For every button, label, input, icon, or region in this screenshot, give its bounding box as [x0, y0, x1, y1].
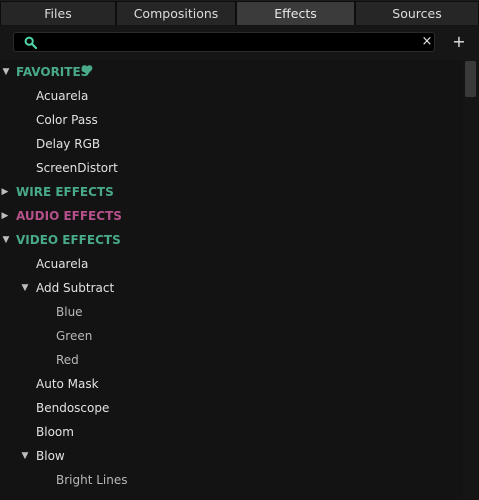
expand-caret-icon[interactable]: ▼ [20, 451, 30, 461]
category-audio-effects[interactable]: ▶ AUDIO EFFECTS [0, 204, 462, 228]
effect-label: Bloom [36, 425, 74, 439]
effects-tree: ▼ FAVORITES Acuarela Color Pass Delay RG… [0, 60, 462, 500]
search-icon [24, 36, 37, 49]
category-label: AUDIO EFFECTS [16, 209, 122, 223]
tab-compositions[interactable]: Compositions [116, 1, 236, 25]
category-video-effects[interactable]: ▼ VIDEO EFFECTS [0, 228, 462, 252]
list-item[interactable]: Color Pass [0, 108, 462, 132]
tab-bar: Files Compositions Effects Sources [0, 0, 479, 25]
expand-caret-icon[interactable]: ▼ [1, 235, 11, 245]
collapse-caret-icon[interactable]: ▶ [0, 211, 10, 221]
effect-label: Auto Mask [36, 377, 99, 391]
search-input[interactable] [40, 34, 410, 50]
scrollbar-track[interactable] [463, 60, 479, 500]
category-label: VIDEO EFFECTS [16, 233, 121, 247]
list-item[interactable]: Blue [0, 300, 462, 324]
tab-effects[interactable]: Effects [236, 1, 355, 25]
add-button[interactable]: + [451, 32, 467, 52]
expand-caret-icon[interactable]: ▼ [20, 283, 30, 293]
effect-label: ScreenDistort [36, 161, 118, 175]
effect-label: Add Subtract [36, 281, 115, 295]
heart-icon [81, 65, 93, 75]
category-wire-effects[interactable]: ▶ WIRE EFFECTS [0, 180, 462, 204]
list-item[interactable]: Green [0, 324, 462, 348]
effect-label: Blue [56, 305, 83, 319]
list-item[interactable]: Auto Mask [0, 372, 462, 396]
tab-sources[interactable]: Sources [355, 1, 479, 25]
category-favorites[interactable]: ▼ FAVORITES [0, 60, 462, 84]
effect-label: Acuarela [36, 89, 89, 103]
list-item[interactable]: Bendoscope [0, 396, 462, 420]
effect-label: Bright Lines [56, 473, 128, 487]
category-label: WIRE EFFECTS [16, 185, 114, 199]
search-bar: × + [0, 26, 479, 60]
search-box: × [13, 32, 435, 52]
effect-label: Blow [36, 449, 65, 463]
effect-label: Delay RGB [36, 137, 101, 151]
clear-search-icon[interactable]: × [420, 34, 434, 50]
list-item[interactable]: ▼ Add Subtract [0, 276, 462, 300]
list-item[interactable]: Red [0, 348, 462, 372]
tab-files[interactable]: Files [0, 1, 116, 25]
effect-label: Bendoscope [36, 401, 110, 415]
list-item[interactable]: ▼ Blow [0, 444, 462, 468]
scrollbar-thumb[interactable] [465, 61, 476, 97]
effect-label: Color Pass [36, 113, 98, 127]
list-item[interactable]: ScreenDistort [0, 156, 462, 180]
list-item[interactable]: Acuarela [0, 252, 462, 276]
list-item[interactable]: Bright Lines [0, 468, 462, 492]
list-item[interactable]: Bloom [0, 420, 462, 444]
category-label: FAVORITES [16, 65, 90, 79]
effect-label: Acuarela [36, 257, 89, 271]
expand-caret-icon[interactable]: ▼ [1, 67, 11, 77]
list-item[interactable]: Delay RGB [0, 132, 462, 156]
effect-label: Red [56, 353, 79, 367]
collapse-caret-icon[interactable]: ▶ [0, 187, 10, 197]
list-item[interactable]: Acuarela [0, 84, 462, 108]
effect-label: Green [56, 329, 93, 343]
